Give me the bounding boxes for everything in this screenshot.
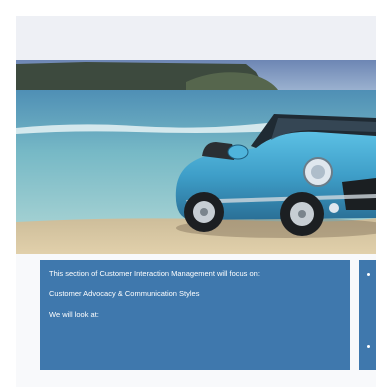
content-panel: This section of Customer Interaction Man… [40,260,350,370]
topic-text: Customer Advocacy & Communication Styles [49,289,200,299]
bullet-panel [359,260,376,370]
intro-text: This section of Customer Interaction Man… [49,269,260,278]
slide-header-strip [16,16,376,60]
beach-car-illustration [16,60,376,254]
bullet-dot [367,345,370,348]
bullet-dot [367,273,370,276]
hero-image [16,60,376,254]
lead-in-text: We will look at: [49,309,99,319]
slide-canvas: This section of Customer Interaction Man… [16,16,376,387]
